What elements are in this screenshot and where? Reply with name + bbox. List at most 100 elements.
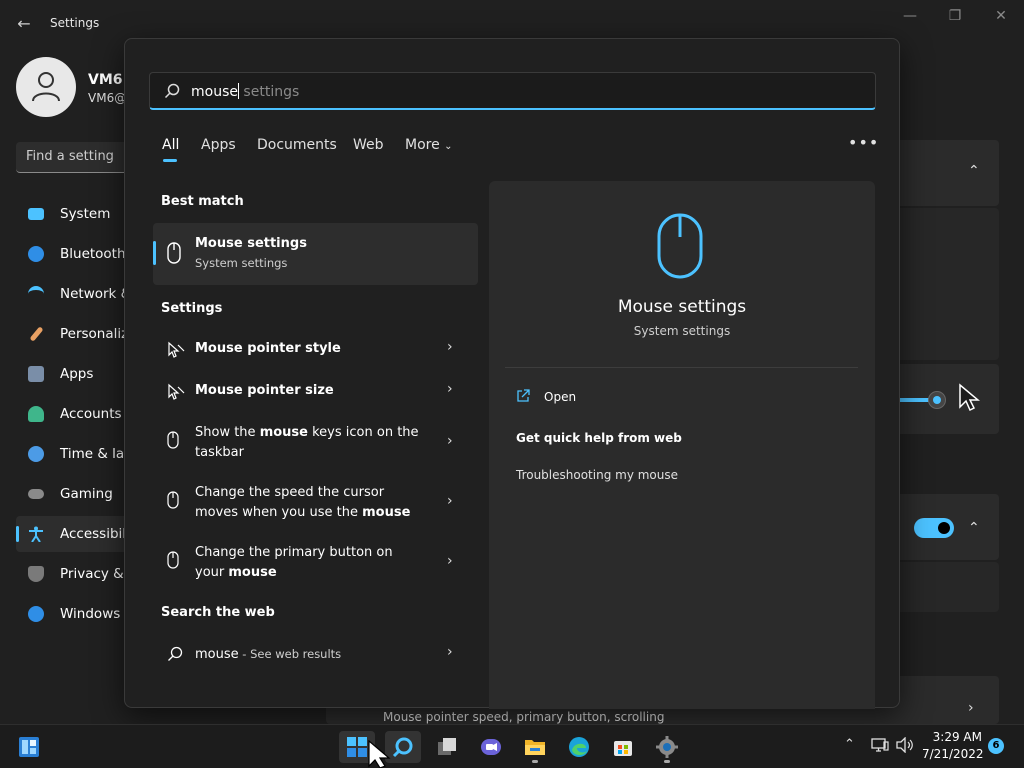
- best-match-title: Mouse settings: [195, 236, 307, 251]
- search-icon: [168, 646, 183, 661]
- chevron-up-icon[interactable]: ⌃: [968, 163, 980, 179]
- result-text: Change the primary button on your mouse: [195, 545, 393, 580]
- chat-button[interactable]: [473, 731, 509, 763]
- tab-web[interactable]: Web: [353, 137, 384, 153]
- window-title: Settings: [50, 16, 100, 30]
- search-web-heading: Search the web: [161, 605, 275, 620]
- best-match-subtitle: System settings: [195, 256, 288, 270]
- windows-logo-icon: [347, 737, 367, 757]
- tab-all[interactable]: All: [162, 137, 179, 153]
- divider: [505, 367, 858, 368]
- result-text: Mouse pointer style: [195, 341, 341, 356]
- running-indicator: [664, 760, 670, 763]
- open-button[interactable]: Open: [544, 390, 576, 404]
- search-icon: [392, 737, 413, 758]
- mouse-icon: [167, 551, 179, 569]
- close-button[interactable]: ✕: [987, 6, 1015, 26]
- chevron-right-icon: ›: [447, 381, 453, 397]
- mouse-cursor-icon: [368, 740, 391, 768]
- list-item[interactable]: Mouse pointer style ›: [153, 339, 478, 361]
- web-result-text: mouse - See web results: [195, 647, 342, 662]
- gear-icon: [656, 736, 678, 758]
- chevron-right-icon: ›: [447, 433, 453, 449]
- store-icon: [614, 741, 632, 756]
- show-hidden-icons-button[interactable]: ⌃: [844, 737, 855, 752]
- taskbar: ⌃ 3:29 AM 7/21/2022 6: [0, 724, 1024, 768]
- apps-icon: [28, 366, 44, 382]
- result-text: Change the speed the cursor moves when y…: [195, 485, 411, 520]
- mouse-card-description: Mouse pointer speed, primary button, scr…: [383, 710, 665, 724]
- task-view-icon: [438, 738, 456, 755]
- search-icon: [164, 83, 180, 99]
- user-icon: [32, 72, 60, 102]
- list-item[interactable]: Show the mouse keys icon on the taskbar …: [153, 423, 478, 465]
- mouse-icon: [167, 242, 181, 264]
- search-input[interactable]: mouse settings: [149, 72, 876, 110]
- search-flyout: mouse settings All Apps Documents Web Mo…: [124, 38, 900, 709]
- folder-icon: [525, 740, 545, 755]
- result-text: Mouse pointer size: [195, 383, 334, 398]
- open-external-icon: [517, 389, 530, 402]
- active-tab-indicator: [163, 159, 177, 162]
- file-explorer-button[interactable]: [517, 731, 553, 763]
- toggle-switch[interactable]: [914, 518, 954, 538]
- task-view-button[interactable]: [429, 731, 465, 763]
- best-match-heading: Best match: [161, 194, 244, 209]
- person-icon: [28, 406, 44, 422]
- clock-date[interactable]: 7/21/2022: [922, 747, 984, 761]
- user-email: VM6@: [88, 91, 127, 105]
- pointer-icon: [168, 383, 185, 400]
- monitor-icon: [28, 208, 44, 220]
- update-icon: [28, 606, 44, 622]
- mouse-icon: [657, 213, 703, 279]
- list-item[interactable]: Change the primary button on your mouse …: [153, 543, 478, 585]
- pointer-size-slider-thumb[interactable]: [928, 391, 946, 409]
- chevron-right-icon: ›: [447, 644, 453, 660]
- settings-heading: Settings: [161, 301, 223, 316]
- web-search-item[interactable]: mouse - See web results ›: [153, 644, 478, 666]
- wifi-icon: [28, 286, 44, 302]
- avatar[interactable]: [16, 57, 76, 117]
- shield-icon: [28, 566, 44, 582]
- edge-icon: [569, 737, 589, 757]
- edge-button[interactable]: [561, 731, 597, 763]
- notification-badge[interactable]: 6: [988, 738, 1004, 754]
- chevron-down-icon: ⌄: [444, 141, 453, 152]
- store-button[interactable]: [605, 731, 641, 763]
- list-item[interactable]: Mouse pointer size ›: [153, 381, 478, 403]
- network-icon[interactable]: [871, 737, 889, 753]
- chevron-right-icon[interactable]: ›: [968, 700, 974, 716]
- pointer-preview-icon: [959, 383, 980, 412]
- running-indicator: [532, 760, 538, 763]
- tab-documents[interactable]: Documents: [257, 137, 337, 153]
- preview-title: Mouse settings: [617, 297, 747, 317]
- tab-more[interactable]: More ⌄: [405, 137, 453, 153]
- chevron-right-icon: ›: [447, 553, 453, 569]
- quick-help-heading: Get quick help from web: [516, 431, 682, 445]
- widgets-icon: [19, 737, 39, 757]
- back-button[interactable]: ←: [14, 14, 34, 34]
- user-name: VM6: [88, 72, 123, 88]
- accessibility-icon: [28, 526, 44, 543]
- chevron-right-icon: ›: [447, 339, 453, 355]
- clock-time[interactable]: 3:29 AM: [928, 730, 982, 744]
- best-match-item[interactable]: Mouse settings System settings: [153, 223, 478, 285]
- troubleshooting-link[interactable]: Troubleshooting my mouse: [516, 468, 678, 482]
- chevron-right-icon: ›: [447, 493, 453, 509]
- pointer-icon: [168, 341, 185, 358]
- settings-taskbar-button[interactable]: [649, 731, 685, 763]
- search-suggestion: settings: [238, 84, 300, 100]
- more-options-button[interactable]: •••: [848, 133, 879, 152]
- chat-icon: [481, 739, 501, 755]
- preview-subtitle: System settings: [633, 324, 731, 338]
- list-item[interactable]: Change the speed the cursor moves when y…: [153, 483, 478, 525]
- widgets-button[interactable]: [10, 731, 46, 763]
- tab-apps[interactable]: Apps: [201, 137, 236, 153]
- volume-icon[interactable]: [896, 737, 914, 753]
- mouse-icon: [167, 431, 179, 449]
- mouse-icon: [167, 491, 179, 509]
- minimize-button[interactable]: —: [896, 6, 924, 26]
- chevron-up-icon[interactable]: ⌃: [968, 520, 980, 536]
- result-text: Show the mouse keys icon on the taskbar: [195, 425, 419, 460]
- maximize-button[interactable]: ❐: [941, 6, 969, 26]
